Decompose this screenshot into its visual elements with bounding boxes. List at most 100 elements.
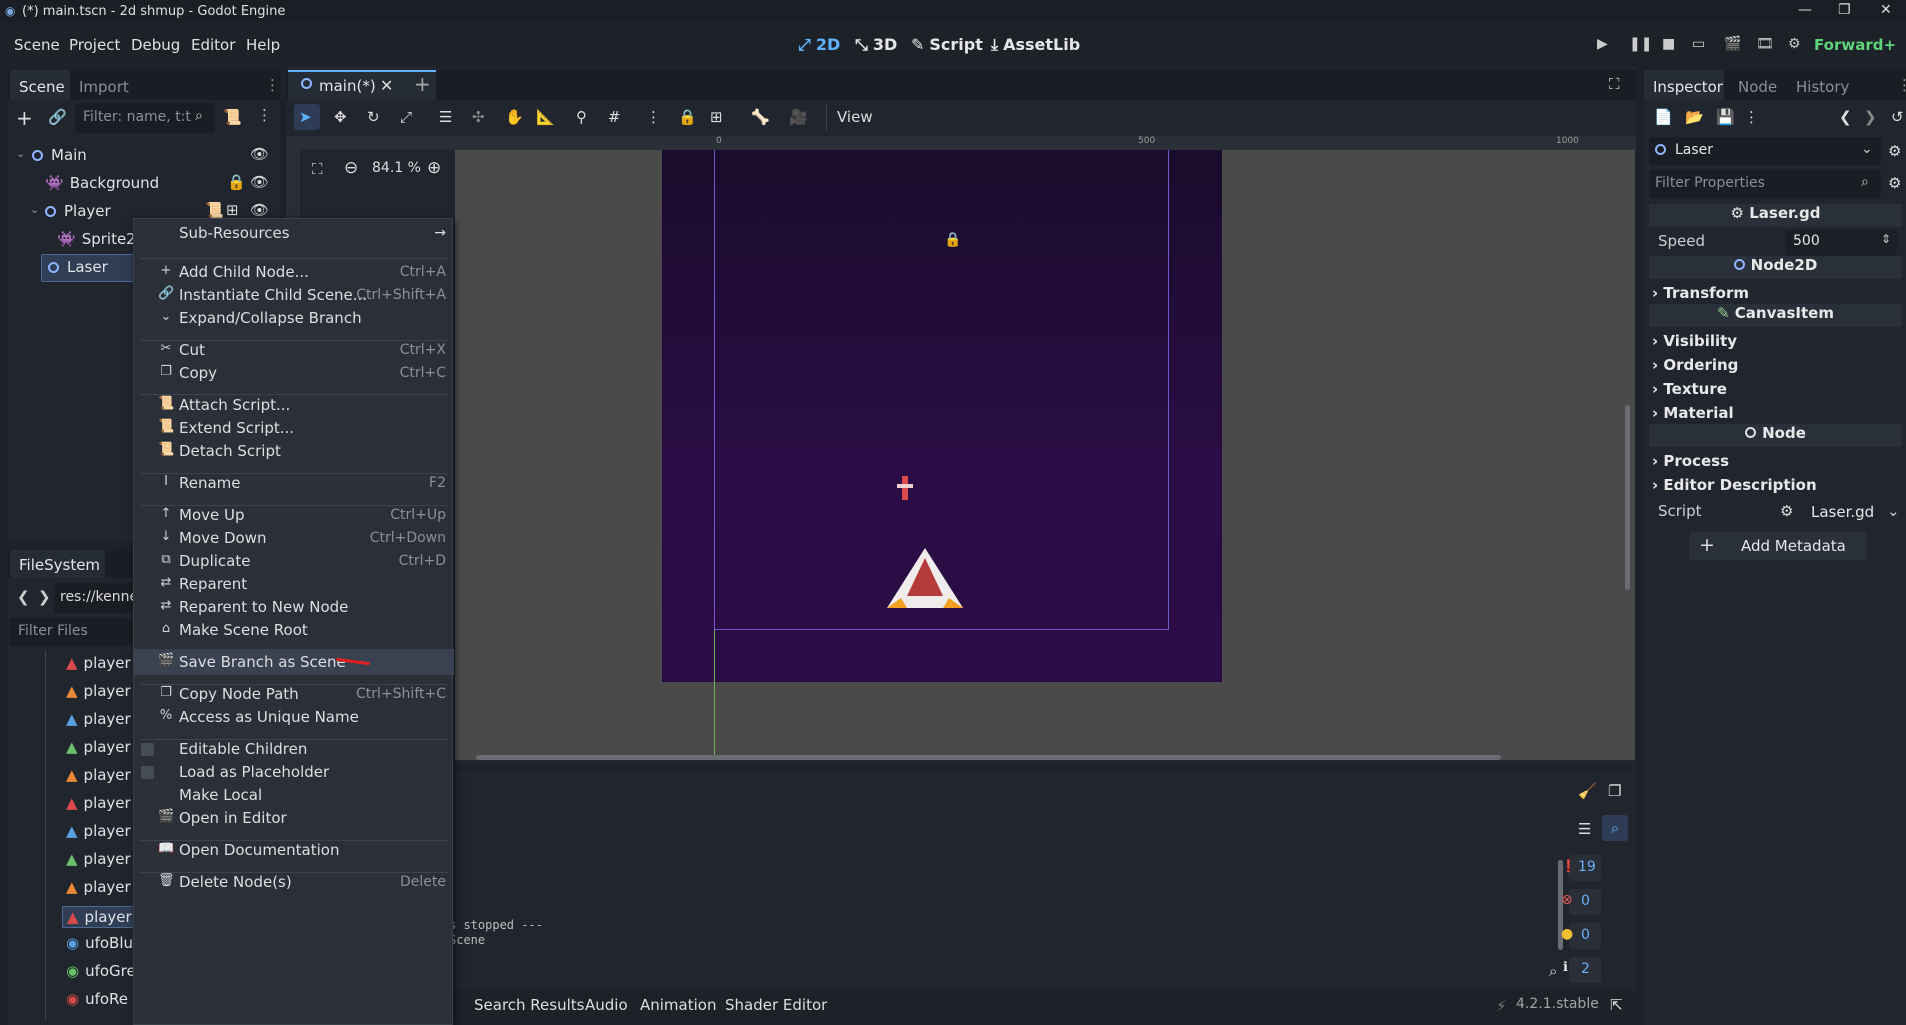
restore-button[interactable]: ❐	[1838, 2, 1851, 24]
tab-inspector[interactable]: Inspector	[1653, 78, 1723, 96]
zoom-out-icon[interactable]: ⊖	[344, 158, 358, 178]
process-group[interactable]: › Process	[1652, 452, 1729, 470]
tree-item-player[interactable]: Player	[45, 202, 111, 220]
menu-item-save-branch-as-scene[interactable]: 🎬 Save Branch as Scene	[134, 649, 454, 675]
lock-selected-icon[interactable]: 🔒	[678, 108, 697, 126]
stop-icon[interactable]: ■	[1662, 36, 1675, 52]
tab-import[interactable]: Import	[79, 78, 129, 96]
file-item[interactable]: ▲ player	[66, 710, 131, 728]
menu-editor[interactable]: Editor	[191, 36, 235, 54]
menu-debug[interactable]: Debug	[131, 36, 180, 54]
file-item[interactable]: ◉ ufoGre	[66, 962, 136, 980]
group-icon[interactable]: ⊞	[226, 201, 239, 219]
menu-item-open-documentation[interactable]: 📖 Open Documentation	[134, 837, 454, 863]
file-item[interactable]: ▲ player	[66, 654, 131, 672]
play-scene-icon[interactable]: 🎬	[1724, 36, 1741, 52]
center-view-icon[interactable]: ⛶	[312, 160, 323, 178]
add-node-icon[interactable]: +	[16, 106, 33, 130]
collapse-messages-icon[interactable]: ☰	[1578, 820, 1591, 838]
dock-menu-icon[interactable]: ⋮	[1897, 76, 1906, 94]
menu-item-detach-script[interactable]: 📜 Detach Script	[134, 438, 454, 464]
script-section-header[interactable]: ⚙ Laser.gd	[1649, 204, 1902, 227]
filesystem-path-input[interactable]: res://kenne	[54, 583, 144, 613]
move-mode-icon[interactable]: ✥	[334, 108, 347, 126]
menu-help[interactable]: Help	[246, 36, 280, 54]
messages-count[interactable]: ❗ 19	[1561, 855, 1601, 881]
editor-description-group[interactable]: › Editor Description	[1652, 476, 1817, 494]
distraction-free-icon[interactable]: ⛶	[1609, 75, 1620, 93]
history-back-icon[interactable]: ❮	[1839, 108, 1852, 126]
tab-audio[interactable]: Audio	[585, 996, 628, 1014]
scale-mode-icon[interactable]: ⤢	[400, 108, 412, 126]
file-item[interactable]: ▲ player	[66, 738, 131, 756]
tree-item-background[interactable]: 👾 Background	[45, 174, 159, 192]
expand-panel-icon[interactable]: ⇱	[1610, 996, 1623, 1014]
node-settings-icon[interactable]: ⚙	[1888, 142, 1901, 160]
pause-icon[interactable]: ❚❚	[1629, 36, 1652, 52]
scene-menu-icon[interactable]: ⋮	[257, 106, 272, 124]
file-item[interactable]: ▲ player	[66, 878, 131, 896]
tab-scene[interactable]: Scene	[19, 78, 65, 96]
view-menu[interactable]: View	[831, 102, 881, 132]
menu-item-sub-resources[interactable]: Sub-Resources →	[134, 220, 454, 246]
new-scene-tab-button[interactable]: +	[414, 72, 431, 96]
play-icon[interactable]: ▶	[1597, 36, 1608, 52]
list-select-icon[interactable]: ☰	[439, 108, 452, 126]
tree-item-laser-selected[interactable]: Laser	[41, 254, 141, 282]
attach-script-icon[interactable]: 📜	[223, 108, 242, 126]
object-history-icon[interactable]: ↺	[1891, 108, 1904, 126]
tab-animation[interactable]: Animation	[640, 996, 716, 1014]
group-selected-icon[interactable]: ⊞	[710, 108, 723, 126]
tab-search-results[interactable]: Search Results	[474, 996, 584, 1014]
menu-item-access-as-unique-name[interactable]: % Access as Unique Name	[134, 704, 454, 730]
file-item[interactable]: ▲ player	[66, 766, 131, 784]
file-item[interactable]: ◉ ufoRe	[66, 990, 128, 1008]
pan-mode-icon[interactable]: ✋	[505, 108, 524, 126]
menu-item-make-scene-root[interactable]: ⌂ Make Scene Root	[134, 617, 454, 643]
renderer-select[interactable]: Forward+	[1814, 36, 1896, 54]
workspace-2d[interactable]: ⤢ 2D	[798, 35, 840, 55]
visibility-eye-icon[interactable]: 👁	[250, 201, 269, 219]
file-item[interactable]: ▲ player	[62, 906, 137, 928]
new-resource-icon[interactable]: 📄	[1654, 108, 1673, 126]
snap-options-icon[interactable]: ⋮	[646, 108, 661, 126]
dock-menu-icon[interactable]: ⋮	[265, 76, 280, 94]
property-options-icon[interactable]: ⚙	[1888, 174, 1901, 192]
grid-snap-icon[interactable]: #	[608, 108, 621, 126]
chevron-down-icon[interactable]: ⌄	[30, 203, 39, 216]
resource-menu-icon[interactable]: ⋮	[1744, 108, 1759, 126]
info-count[interactable]: ℹ2	[1563, 957, 1601, 983]
scene-filter-input[interactable]: Filter: name, t:t ⌕	[75, 103, 215, 133]
minimize-button[interactable]: —	[1798, 2, 1812, 24]
filter-properties-input[interactable]: Filter Properties ⌕	[1649, 170, 1881, 198]
checkbox[interactable]	[141, 766, 154, 779]
menu-item-delete-nodes[interactable]: 🗑 Delete Node(s) Delete	[134, 869, 454, 895]
history-forward-icon[interactable]: ❯	[1864, 108, 1877, 126]
smart-snap-icon[interactable]: ⚲	[576, 108, 587, 126]
ordering-group[interactable]: › Ordering	[1652, 356, 1738, 374]
tab-node[interactable]: Node	[1738, 78, 1777, 96]
player-ship-sprite[interactable]	[883, 546, 967, 612]
zoom-in-icon[interactable]: ⊕	[427, 158, 441, 178]
link-icon[interactable]: 🔗	[48, 108, 67, 126]
file-item[interactable]: ◉ ufoBlu	[66, 934, 133, 952]
tab-shader-editor[interactable]: Shader Editor	[725, 996, 827, 1014]
forward-icon[interactable]: ❯	[38, 588, 51, 606]
select-mode-icon[interactable]: ➤	[299, 108, 312, 126]
pivot-icon[interactable]: ✣	[472, 108, 485, 126]
menu-item-open-in-editor[interactable]: 🎬 Open in Editor	[134, 805, 454, 831]
errors-count[interactable]: ⊗ 0	[1561, 889, 1601, 915]
tree-item-main[interactable]: Main	[32, 146, 87, 164]
inspector-object-select[interactable]: Laser ⌄	[1649, 137, 1881, 165]
copy-output-icon[interactable]: ❐	[1608, 782, 1621, 800]
laser-sprite[interactable]	[894, 474, 918, 506]
menu-scene[interactable]: Scene	[14, 36, 60, 54]
camera-override-icon[interactable]: 🎥	[789, 108, 808, 126]
back-icon[interactable]: ❮	[17, 588, 30, 606]
filesystem-filter-input[interactable]: Filter Files	[10, 618, 140, 646]
file-item[interactable]: ▲ player	[66, 822, 131, 840]
node2d-section-header[interactable]: Node2D	[1649, 256, 1902, 279]
clear-output-icon[interactable]: 🧹	[1578, 782, 1597, 800]
horizontal-scrollbar[interactable]	[476, 755, 1501, 760]
canvasitem-section-header[interactable]: ✎ CanvasItem	[1649, 304, 1902, 327]
